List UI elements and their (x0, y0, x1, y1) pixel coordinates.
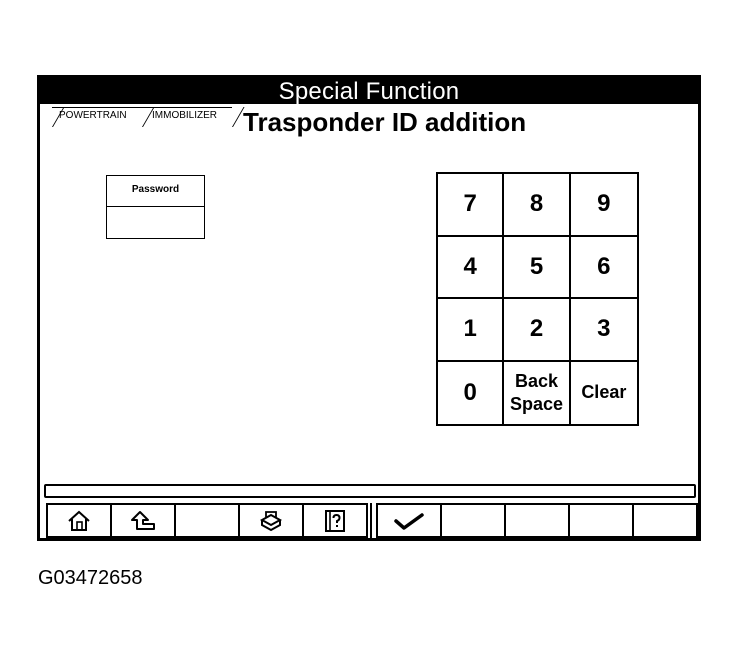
key-0[interactable]: 0 (438, 361, 505, 424)
window-title: Special Function (40, 78, 698, 105)
home-button[interactable] (48, 505, 112, 536)
numeric-keypad: 7 8 9 4 5 6 1 2 3 0 Back Space Clear (436, 172, 639, 426)
password-value (107, 207, 204, 239)
scan-tool-screen: Special Function POWERTRAIN IMMOBILIZER … (37, 75, 701, 541)
tab-immobilizer[interactable]: IMMOBILIZER (142, 107, 232, 124)
toolbar-right (376, 503, 698, 538)
empty-toolbar-button[interactable] (506, 505, 570, 536)
key-9[interactable]: 9 (570, 174, 637, 237)
home-icon (66, 509, 92, 533)
key-6[interactable]: 6 (570, 237, 637, 299)
key-8[interactable]: 8 (504, 174, 571, 237)
empty-toolbar-button[interactable] (570, 505, 634, 536)
figure-caption: G03472658 (38, 567, 143, 589)
backspace-button[interactable]: Back Space (504, 361, 571, 424)
back-button[interactable] (112, 505, 176, 536)
status-bar (44, 484, 696, 498)
page-title: Trasponder ID addition (243, 107, 527, 137)
confirm-button[interactable] (378, 505, 442, 536)
key-7[interactable]: 7 (438, 174, 505, 237)
help-button[interactable] (304, 505, 366, 536)
password-field[interactable]: Password (106, 175, 205, 239)
key-5[interactable]: 5 (504, 236, 571, 299)
help-book-icon (322, 508, 348, 534)
password-label: Password (107, 176, 204, 207)
print-icon (258, 509, 284, 533)
back-arrow-icon (128, 509, 158, 533)
toolbar-left (46, 503, 368, 538)
key-2[interactable]: 2 (504, 299, 571, 362)
empty-toolbar-button[interactable] (634, 505, 696, 536)
empty-toolbar-button[interactable] (176, 505, 240, 536)
key-1[interactable]: 1 (438, 299, 505, 362)
tab-powertrain[interactable]: POWERTRAIN (52, 107, 142, 124)
key-3[interactable]: 3 (570, 299, 637, 362)
clear-button[interactable]: Clear (571, 362, 637, 425)
print-button[interactable] (240, 505, 304, 536)
toolbar-separator (370, 503, 372, 538)
key-4[interactable]: 4 (438, 236, 505, 299)
empty-toolbar-button[interactable] (442, 505, 506, 536)
checkmark-icon (393, 511, 425, 531)
